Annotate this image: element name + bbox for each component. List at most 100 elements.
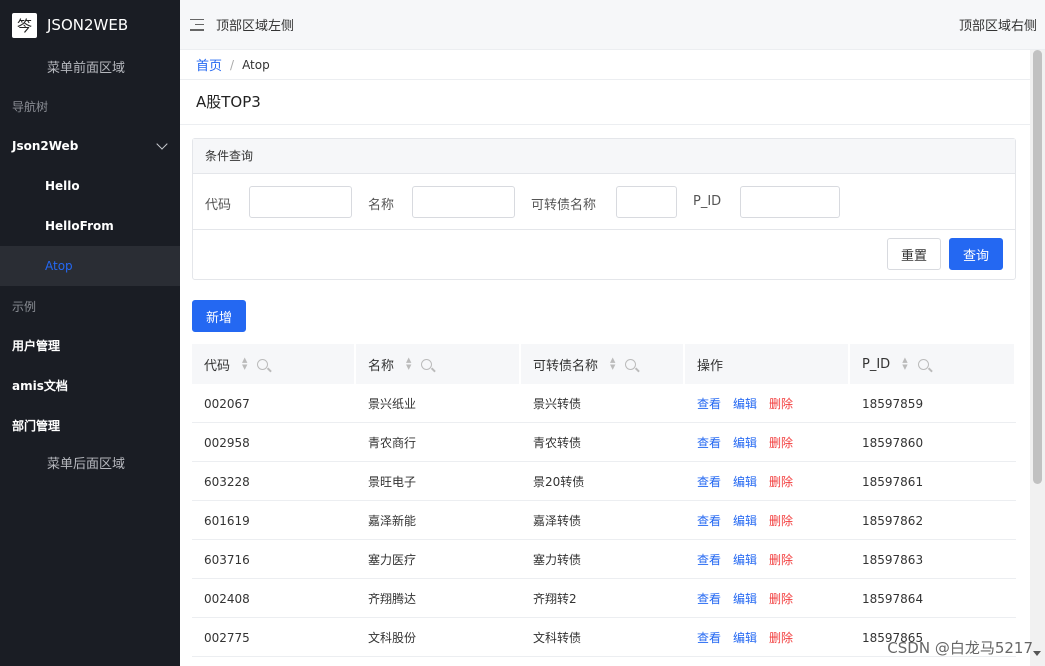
edit-link[interactable]: 编辑 [733,434,757,451]
filter-input-bond-name[interactable] [616,186,677,218]
sidebar-item-dept-management[interactable]: 部门管理 [0,406,180,446]
cell-name: 塞力医疗 [368,553,417,567]
sidebar-item-user-management[interactable]: 用户管理 [0,326,180,366]
reset-button[interactable]: 重置 [887,238,941,270]
breadcrumb-separator: / [230,57,235,72]
delete-link[interactable]: 删除 [769,512,793,529]
group-label-example: 示例 [12,300,37,314]
cell-code: 002067 [204,396,250,411]
cell-actions: 查看 编辑 删除 [685,579,850,618]
cell-pid: 18597864 [862,591,924,606]
cell-code: 002958 [204,435,250,450]
sidebar-item-amis-docs[interactable]: amis文档 [0,366,180,406]
filter-input-name[interactable] [412,186,515,218]
filter-input-pid[interactable] [740,186,840,218]
edit-link[interactable]: 编辑 [733,473,757,490]
sort-icon[interactable]: ▲ ▼ [242,357,247,371]
delete-link[interactable]: 删除 [769,629,793,646]
column-header-code: 代码 ▲ ▼ [192,344,356,384]
cell-name: 嘉泽新能 [368,514,417,528]
table-header: 代码 ▲ ▼ 名称 ▲ ▼ 可转债名称 ▲ ▼ 操作 P_ID ▲ ▼ [192,344,1016,384]
table-row: 002067 景兴纸业 景兴转债 查看 编辑 删除 18597859 [192,384,1016,423]
edit-link[interactable]: 编辑 [733,590,757,607]
search-button[interactable]: 查询 [949,238,1003,270]
view-link[interactable]: 查看 [697,395,721,412]
cell-bond-name: 景兴转债 [533,397,582,411]
delete-link[interactable]: 删除 [769,395,793,412]
sort-icon[interactable]: ▲ ▼ [902,357,907,371]
cell-actions: 查看 编辑 删除 [685,618,850,657]
view-link[interactable]: 查看 [697,590,721,607]
cell-bond-name: 文科转债 [533,631,582,645]
column-header-bond-name: 可转债名称 ▲ ▼ [521,344,685,384]
header-right-text: 顶部区域右侧 [958,19,1037,34]
sort-icon[interactable]: ▲ ▼ [610,357,615,371]
view-link[interactable]: 查看 [697,434,721,451]
cell-actions: 查看 编辑 删除 [685,384,850,423]
sidebar-item-hello[interactable]: Hello [0,166,180,206]
view-link[interactable]: 查看 [697,551,721,568]
cell-actions: 查看 编辑 删除 [685,423,850,462]
delete-link[interactable]: 删除 [769,473,793,490]
scrollbar-thumb[interactable] [1033,50,1042,484]
breadcrumb-home-link[interactable]: 首页 [196,55,222,74]
delete-link[interactable]: 删除 [769,434,793,451]
cell-pid: 18597862 [862,513,924,528]
cell-actions: 查看 编辑 删除 [685,540,850,579]
filter-fields: 代码 名称 可转债名称 P_ID [193,174,1015,230]
cell-actions: 查看 编辑 删除 [685,501,850,540]
search-icon[interactable] [917,358,929,370]
edit-link[interactable]: 编辑 [733,551,757,568]
cell-bond-name: 嘉泽转债 [533,514,582,528]
cell-pid: 18597861 [862,474,924,489]
edit-link[interactable]: 编辑 [733,512,757,529]
column-header-pid: P_ID ▲ ▼ [850,344,1016,384]
brand[interactable]: 笒 JSON2WEB [0,0,180,50]
search-icon[interactable] [625,358,637,370]
sidebar-item-hellofrom[interactable]: HelloFrom [0,206,180,246]
watermark: CSDN @白龙马5217 [887,639,1033,657]
table-row: 603228 景旺电子 景20转债 查看 编辑 删除 18597861 [192,462,1016,501]
sidebar-item-json2web[interactable]: Json2Web [0,126,180,166]
cell-pid: 18597863 [862,552,924,567]
view-link[interactable]: 查看 [697,473,721,490]
cell-pid: 18597859 [862,396,924,411]
brand-logo-icon: 笒 [12,12,37,38]
table-row: 603716 塞力医疗 塞力转债 查看 编辑 删除 18597863 [192,540,1016,579]
search-icon[interactable] [257,358,269,370]
group-label-nav: 导航树 [12,100,49,114]
sidebar: 笒 JSON2WEB 菜单前面区域 导航树 Json2Web Hello Hel… [0,0,180,666]
delete-link[interactable]: 删除 [769,590,793,607]
cell-code: 603716 [204,552,250,567]
edit-link[interactable]: 编辑 [733,395,757,412]
menu-toggle-icon[interactable] [190,18,204,31]
search-icon[interactable] [421,358,433,370]
sidebar-item-atop[interactable]: Atop [0,246,180,286]
column-header-label: 名称 [368,358,395,374]
cell-pid: 18597860 [862,435,924,450]
filter-input-code[interactable] [249,186,352,218]
menu-before-area: 菜单前面区域 [47,61,126,76]
cell-code: 002775 [204,630,250,645]
filter-label-pid: P_ID [693,194,722,209]
cell-code: 603228 [204,474,250,489]
table-row: 002958 青农商行 青农转债 查看 编辑 删除 18597860 [192,423,1016,462]
scroll-down-arrow-icon[interactable] [1033,651,1041,656]
sort-icon[interactable]: ▲ ▼ [406,357,411,371]
filter-label-bond-name: 可转债名称 [531,198,597,213]
delete-link[interactable]: 删除 [769,551,793,568]
menu-after-area: 菜单后面区域 [47,457,126,472]
scrollbar[interactable] [1030,50,1045,666]
cell-bond-name: 青农转债 [533,436,582,450]
breadcrumb-current: Atop [242,57,270,72]
data-table: 代码 ▲ ▼ 名称 ▲ ▼ 可转债名称 ▲ ▼ 操作 P_ID ▲ ▼ 0020… [192,344,1016,657]
table-row: 002408 齐翔腾达 齐翔转2 查看 编辑 删除 18597864 [192,579,1016,618]
cell-name: 景兴纸业 [368,397,417,411]
view-link[interactable]: 查看 [697,512,721,529]
sidebar-item-label: Json2Web [12,139,79,153]
add-button[interactable]: 新增 [192,300,246,332]
view-link[interactable]: 查看 [697,629,721,646]
column-header-label: 操作 [697,358,724,374]
brand-name: JSON2WEB [47,16,129,34]
edit-link[interactable]: 编辑 [733,629,757,646]
